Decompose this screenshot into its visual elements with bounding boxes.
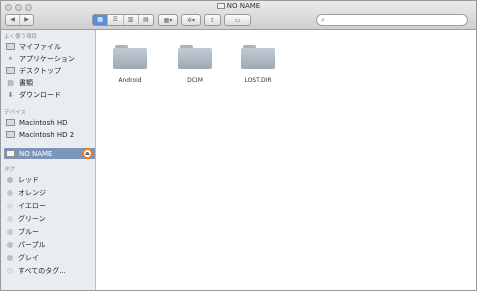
- folder-name: LOST.DIR: [244, 77, 272, 84]
- tag-icon: ▭: [234, 16, 241, 24]
- tag-dot-icon: [7, 254, 13, 261]
- sidebar-item-applications[interactable]: ⚹ アプリケーション: [4, 53, 93, 64]
- folder-dcim[interactable]: DCIM: [165, 45, 225, 84]
- back-forward-control: ◀ ▶: [5, 14, 34, 26]
- sidebar-item-no-name[interactable]: NO NAME ⏏: [4, 148, 95, 159]
- finder-window: NO NAME ◀ ▶ ▦ ☰ ▥ ▤ ▦▾ ✲▾ ⇪ ▭ ⌕ よく使う項目: [0, 0, 477, 291]
- drive-icon: [216, 3, 225, 9]
- sidebar-tag-purple[interactable]: パープル: [4, 239, 93, 250]
- window-title: NO NAME: [1, 2, 476, 10]
- folder-icon: [113, 45, 147, 69]
- folder-android[interactable]: Android: [100, 45, 160, 84]
- tags-section-title: タグ: [4, 167, 16, 173]
- sidebar-tag-yellow[interactable]: イエロー: [4, 200, 93, 211]
- tag-dot-icon: [7, 241, 13, 248]
- action-button[interactable]: ✲ ▾: [181, 14, 201, 26]
- folder-icon: [178, 45, 212, 69]
- sidebar: よく使う項目 マイファイル ⚹ アプリケーション デスクトップ ▤ 書類 ⬇ ダ…: [1, 30, 96, 290]
- search-field[interactable]: ⌕: [316, 14, 468, 26]
- sidebar-tag-blue[interactable]: ブルー: [4, 226, 93, 237]
- view-mode-control: ▦ ☰ ▥ ▤: [92, 14, 154, 26]
- list-view-button[interactable]: ☰: [108, 15, 124, 25]
- sidebar-item-macintosh-hd[interactable]: Macintosh HD: [4, 117, 93, 128]
- hard-drive-icon: [6, 131, 15, 138]
- sidebar-tag-all-tags[interactable]: すべてのタグ...: [4, 265, 93, 276]
- folder-name: DCIM: [187, 77, 203, 84]
- tag-dot-icon: [7, 176, 13, 183]
- column-view-button[interactable]: ▥: [124, 15, 139, 25]
- arrange-button[interactable]: ▦ ▾: [158, 14, 178, 26]
- favorites-section-title: よく使う項目: [4, 34, 38, 40]
- applications-icon: ⚹: [8, 54, 13, 62]
- window-title-text: NO NAME: [226, 2, 261, 10]
- sidebar-item-downloads[interactable]: ⬇ ダウンロード: [4, 89, 93, 100]
- downloads-icon: ⬇: [7, 90, 14, 99]
- tag-button[interactable]: ▭: [224, 14, 251, 26]
- tag-dot-icon: [7, 202, 13, 209]
- tag-dot-icon: [7, 189, 13, 196]
- all-files-icon: [6, 43, 15, 50]
- hard-drive-icon: [6, 119, 15, 126]
- share-button[interactable]: ⇪: [204, 14, 221, 26]
- window-toolbar: NO NAME ◀ ▶ ▦ ☰ ▥ ▤ ▦ ▾ ✲ ▾ ⇪ ▭ ⌕: [1, 1, 476, 30]
- sidebar-tag-red[interactable]: レッド: [4, 174, 93, 185]
- sidebar-tag-green[interactable]: グリーン: [4, 213, 93, 224]
- coverflow-view-button[interactable]: ▤: [139, 15, 153, 25]
- folder-icon: [241, 45, 275, 69]
- sidebar-item-desktop[interactable]: デスクトップ: [4, 65, 93, 76]
- sidebar-tag-orange[interactable]: オレンジ: [4, 187, 93, 198]
- icon-view-button[interactable]: ▦: [93, 15, 109, 25]
- removable-drive-icon: [6, 150, 15, 157]
- tag-dot-icon: [7, 267, 13, 274]
- share-icon: ⇪: [209, 16, 216, 24]
- eject-icon[interactable]: ⏏: [82, 148, 93, 159]
- folder-name: Android: [118, 77, 142, 84]
- search-icon: ⌕: [321, 16, 325, 24]
- sidebar-item-all-files[interactable]: マイファイル: [4, 41, 93, 52]
- tag-dot-icon: [7, 228, 13, 235]
- sidebar-item-documents[interactable]: ▤ 書類: [4, 77, 93, 88]
- tag-dot-icon: [7, 215, 13, 222]
- desktop-icon: [6, 67, 15, 74]
- sidebar-item-macintosh-hd-2[interactable]: Macintosh HD 2: [4, 129, 93, 140]
- folder-lost-dir[interactable]: LOST.DIR: [228, 45, 288, 84]
- devices-section-title: デバイス: [4, 110, 26, 116]
- forward-button[interactable]: ▶: [20, 15, 33, 25]
- documents-icon: ▤: [7, 78, 14, 87]
- sidebar-tag-gray[interactable]: グレイ: [4, 252, 93, 263]
- file-browser-content: Android DCIM LOST.DIR: [97, 30, 476, 290]
- back-button[interactable]: ◀: [6, 15, 20, 25]
